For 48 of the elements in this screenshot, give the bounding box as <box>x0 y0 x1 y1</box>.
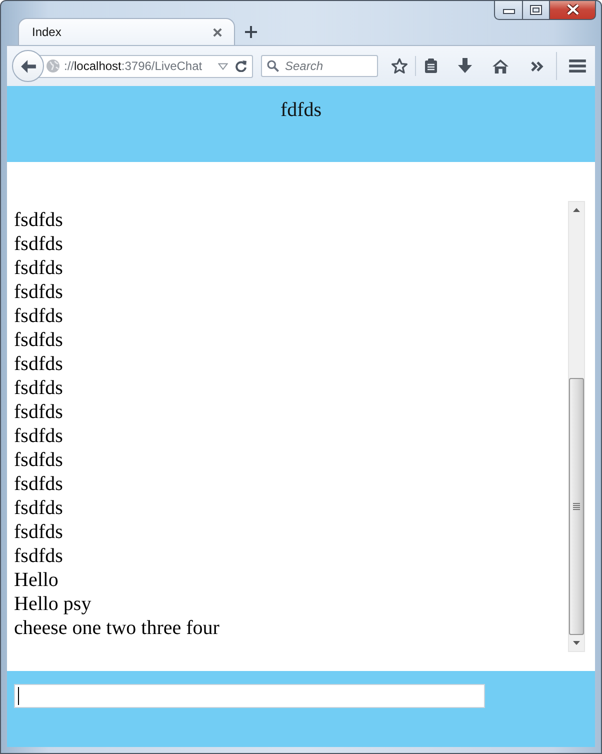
search-icon <box>267 60 279 72</box>
double-chevron-icon[interactable] <box>531 60 544 72</box>
close-icon <box>566 4 580 15</box>
home-icon[interactable] <box>492 58 509 74</box>
scrollbar[interactable] <box>568 201 585 652</box>
chat-message: fsdfds <box>14 424 63 448</box>
bookmark-star-icon[interactable] <box>391 58 408 74</box>
chat-message: fsdfds <box>14 544 63 568</box>
close-window-button[interactable] <box>550 1 596 20</box>
chat-message: fsdfds <box>14 256 63 280</box>
minimize-button[interactable] <box>494 1 523 20</box>
back-arrow-icon <box>20 60 36 72</box>
clipboard-icon[interactable] <box>424 58 438 74</box>
reload-icon[interactable] <box>235 60 247 72</box>
chat-message: fsdfds <box>14 328 63 352</box>
globe-icon <box>46 59 60 73</box>
menu-icon[interactable] <box>569 59 586 73</box>
back-button[interactable] <box>12 50 44 82</box>
search-field[interactable]: Search <box>261 55 378 77</box>
chat-message: fsdfds <box>14 496 63 520</box>
chat-message: fsdfds <box>14 472 63 496</box>
page-title: fdfds <box>280 98 322 122</box>
message-input-field[interactable] <box>14 684 485 708</box>
chat-message: fsdfds <box>14 520 63 544</box>
minimize-icon <box>502 9 514 14</box>
chat-message: fsdfds <box>14 448 63 472</box>
download-icon[interactable] <box>458 58 472 74</box>
scroll-up-arrow-icon[interactable] <box>573 208 580 212</box>
chat-message: fsdfds <box>14 280 63 304</box>
maximize-button[interactable] <box>523 1 550 20</box>
chat-message: fsdfds <box>14 352 63 376</box>
chat-message: Hello psy <box>14 592 92 616</box>
chat-message: fsdfds <box>14 232 63 256</box>
scroll-down-arrow-icon[interactable] <box>573 641 580 645</box>
scroll-thumb[interactable] <box>569 378 584 635</box>
maximize-icon <box>530 4 542 14</box>
chat-message: fsdfds <box>14 376 63 400</box>
chat-message: Hello <box>14 568 58 592</box>
grip-icon <box>573 503 580 510</box>
chat-message: fsdfds <box>14 208 63 232</box>
new-tab-icon[interactable] <box>245 26 257 38</box>
browser-tab[interactable]: Index <box>18 18 235 45</box>
chat-message: cheese one two three four <box>14 616 220 640</box>
dropdown-icon[interactable] <box>218 62 228 70</box>
address-field[interactable]: ://localhost:3796/LiveChat <box>38 54 253 78</box>
chat-message: fsdfds <box>14 304 63 328</box>
chat-message: fsdfds <box>14 400 63 424</box>
close-tab-icon[interactable] <box>213 28 222 36</box>
